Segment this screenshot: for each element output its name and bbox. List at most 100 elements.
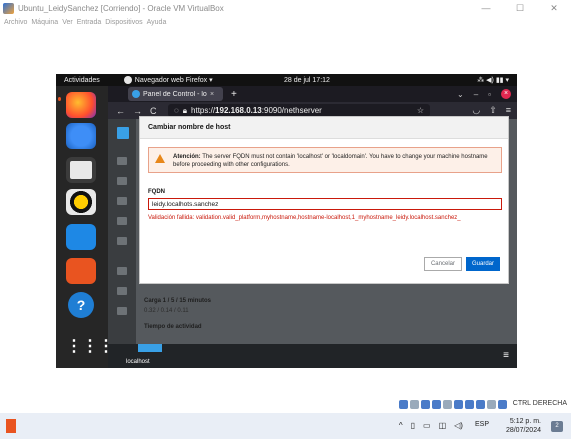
clock[interactable]: 28 de jul 17:12 <box>284 77 330 84</box>
url-prefix: https:// <box>191 106 216 115</box>
shared-folders-icon[interactable] <box>454 400 463 409</box>
warning-icon <box>155 154 165 163</box>
forward-button[interactable]: → <box>133 106 142 116</box>
network-adapter-icon[interactable] <box>432 400 441 409</box>
alert-title: Atención: <box>173 154 201 160</box>
cancel-button[interactable]: Cancelar <box>423 257 462 271</box>
writer-icon[interactable] <box>66 224 96 250</box>
files-icon[interactable] <box>66 157 96 183</box>
fqdn-label: FQDN <box>148 189 165 195</box>
alert-text: Atención: The server FQDN must not conta… <box>173 153 495 169</box>
minimize-button[interactable]: — <box>469 0 503 16</box>
volume-icon[interactable]: ◁) <box>454 421 463 430</box>
pocket-icon[interactable]: ◡ <box>472 105 480 116</box>
vm-screen: Actividades Navegador web Firefox ▾ 28 d… <box>56 74 517 368</box>
list-tabs-icon[interactable]: ⌄ <box>457 90 464 99</box>
url-host: 192.168.0.13 <box>215 106 262 115</box>
windows-tray: ^ ▯ ▭ ◫ ◁) ESP <box>399 421 489 430</box>
wifi-icon[interactable]: ◫ <box>439 421 447 430</box>
dialog-title: Cambiar nombre de host <box>140 117 508 139</box>
ff-minimize-icon[interactable]: – <box>474 90 478 99</box>
menu-dispositivos[interactable]: Dispositivos <box>105 19 142 26</box>
bottom-menu-icon[interactable]: ≡ <box>503 350 509 361</box>
fqdn-input[interactable] <box>148 198 502 210</box>
usb-icon[interactable] <box>443 400 452 409</box>
nethserver-icon <box>132 90 140 98</box>
optical-drive-icon[interactable] <box>410 400 419 409</box>
running-indicator <box>58 97 61 101</box>
windows-taskbar: ^ ▯ ▭ ◫ ◁) ESP 5:12 p. m. 28/07/2024 2 <box>0 413 571 439</box>
help-icon[interactable]: ? <box>68 292 94 318</box>
maximize-button[interactable]: ☐ <box>503 0 537 16</box>
menu-ayuda[interactable]: Ayuda <box>147 19 167 26</box>
ff-close-icon[interactable]: × <box>501 89 511 99</box>
firefox-window-controls: ⌄ – ▫ × <box>457 89 511 99</box>
show-apps-icon[interactable]: ⋮⋮⋮ <box>66 334 114 360</box>
usb-tray-icon[interactable]: ▯ <box>411 421 415 430</box>
virtualbox-taskbar-icon[interactable] <box>6 419 16 433</box>
nethserver-bottombar: localhost ≡ <box>108 344 517 368</box>
rhythmbox-icon[interactable] <box>66 189 96 215</box>
recording-icon[interactable] <box>476 400 485 409</box>
settings-icon[interactable] <box>117 307 127 315</box>
dialog-buttons: Cancelar Guardar <box>423 257 500 271</box>
software-store-icon[interactable] <box>66 258 96 284</box>
warning-alert: Atención: The server FQDN must not conta… <box>148 147 502 173</box>
url-text: https://192.168.0.13:9090/nethserver <box>191 106 322 115</box>
thunderbird-icon[interactable] <box>66 123 96 149</box>
hamburger-menu-icon[interactable]: ≡ <box>506 105 511 116</box>
menu-entrada[interactable]: Entrada <box>77 19 102 26</box>
validation-error: Validación fallida: validation.valid_pla… <box>148 215 461 221</box>
menu-ver[interactable]: Ver <box>62 19 73 26</box>
tab-close-icon[interactable]: × <box>210 91 214 98</box>
taskbar-time: 5:12 p. m. <box>509 418 541 425</box>
storage-icon[interactable] <box>117 197 127 205</box>
expand-up-icon[interactable] <box>138 344 162 352</box>
network-icon[interactable] <box>117 177 127 185</box>
display-icon[interactable] <box>465 400 474 409</box>
shield-icon: ◌ <box>174 106 179 115</box>
users-icon[interactable] <box>117 157 127 165</box>
taskbar-clock[interactable]: 5:12 p. m. 28/07/2024 <box>506 417 541 435</box>
battery-icon[interactable]: ▭ <box>423 421 431 430</box>
app-menu[interactable]: Navegador web Firefox ▾ <box>123 76 213 84</box>
system-tray[interactable]: ⁂ ◀) ▮▮ ▾ <box>477 76 509 84</box>
logs-icon[interactable] <box>117 287 127 295</box>
hostname-label: localhost <box>126 359 150 365</box>
window-controls: — ☐ ✕ <box>469 0 571 16</box>
reload-button[interactable]: C <box>150 106 157 116</box>
vbox-titlebar: Ubuntu_LeidySanchez [Corriendo] - Oracle… <box>0 0 571 16</box>
services-icon[interactable] <box>117 217 127 225</box>
firefox-window: Panel de Control - localh × + ⌄ – ▫ × ← … <box>108 86 517 368</box>
load-label: Carga 1 / 5 / 15 minutos <box>144 298 212 304</box>
close-button[interactable]: ✕ <box>537 0 571 16</box>
chevron-up-icon[interactable]: ^ <box>399 421 403 430</box>
virtualbox-icon <box>3 2 14 14</box>
vbox-statusbar: CTRL DERECHA <box>0 396 571 413</box>
activities-button[interactable]: Actividades <box>64 77 100 84</box>
dashboard-icon[interactable] <box>117 127 129 139</box>
back-button[interactable]: ← <box>116 106 125 116</box>
device-indicators <box>399 400 507 409</box>
menu-maquina[interactable]: Máquina <box>31 19 58 26</box>
notification-icon[interactable]: 2 <box>551 421 563 432</box>
software-icon[interactable] <box>117 267 127 275</box>
firefox-icon[interactable] <box>66 92 96 118</box>
save-button[interactable]: Guardar <box>465 257 500 271</box>
tab-bar: Panel de Control - localh × + ⌄ – ▫ × <box>108 86 517 102</box>
menu-archivo[interactable]: Archivo <box>4 19 27 26</box>
apps-icon[interactable] <box>117 237 127 245</box>
audio-icon[interactable] <box>421 400 430 409</box>
new-tab-button[interactable]: + <box>231 89 237 100</box>
extensions-icon[interactable]: ⇧ <box>489 105 497 116</box>
cpu-icon[interactable] <box>487 400 496 409</box>
url-path: :9090/nethserver <box>261 106 322 115</box>
ff-maximize-icon[interactable]: ▫ <box>488 90 491 99</box>
hdd-icon[interactable] <box>399 400 408 409</box>
nethserver-sidebar <box>108 119 136 368</box>
bookmark-star-icon[interactable]: ☆ <box>417 106 424 115</box>
tab-panel-de-control[interactable]: Panel de Control - localh × <box>128 87 223 101</box>
mouse-integration-icon[interactable] <box>498 400 507 409</box>
toolbar-right: ◡ ⇧ ≡ <box>472 105 511 116</box>
language-indicator[interactable]: ESP <box>475 421 489 430</box>
